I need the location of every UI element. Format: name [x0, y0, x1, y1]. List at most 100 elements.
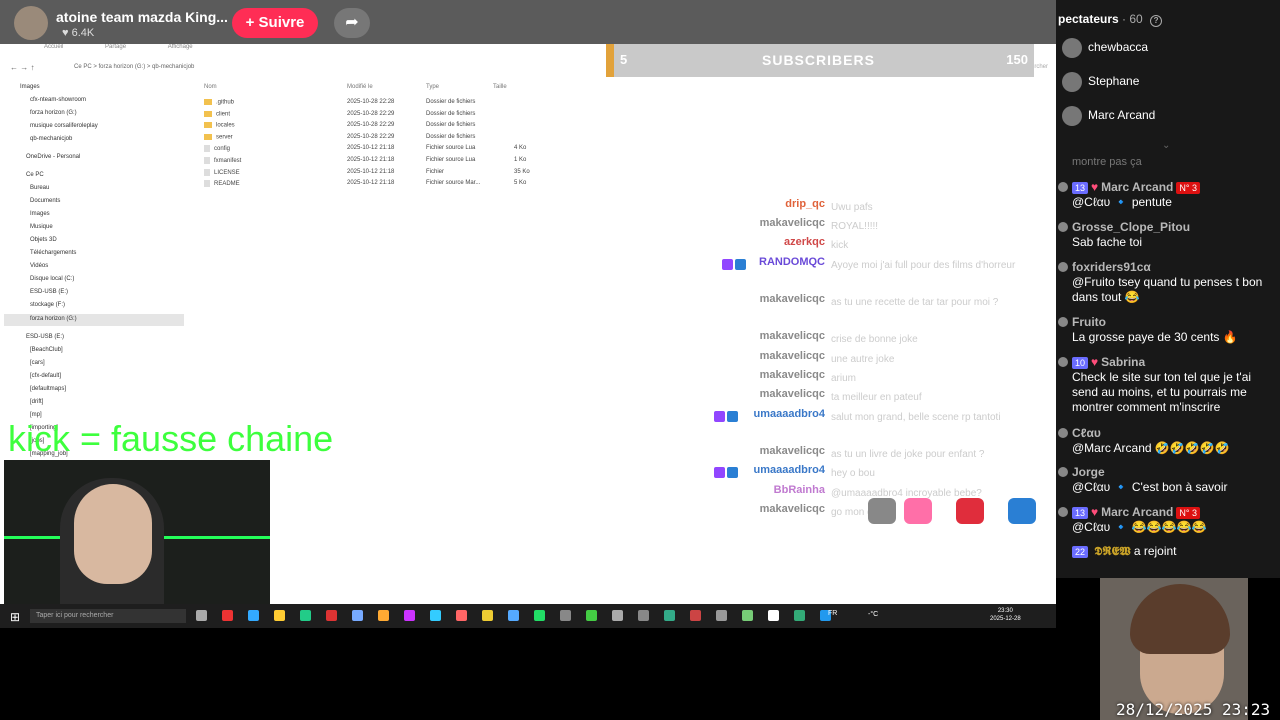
column-header[interactable]: Type [426, 84, 439, 90]
language-indicator[interactable]: FR [828, 610, 837, 617]
chat-username[interactable]: Fruito [1072, 315, 1106, 329]
taskbar-app-icon[interactable] [742, 610, 753, 621]
ribbon-tab[interactable]: Affichage [168, 44, 193, 50]
chat-username[interactable]: Jorge [1072, 465, 1105, 479]
nav-item[interactable]: Téléchargements [30, 250, 76, 256]
avatar[interactable] [1058, 262, 1068, 272]
column-header[interactable]: Taille [493, 84, 507, 90]
file-row[interactable]: README [204, 180, 240, 187]
chat-username[interactable]: Grosse_Clope_Pitou [1072, 220, 1190, 234]
taskbar-app-icon[interactable] [196, 610, 207, 621]
taskbar-search-input[interactable]: Taper ici pour rechercher [30, 609, 186, 623]
taskbar-app-icon[interactable] [482, 610, 493, 621]
ribbon-tab[interactable]: Partage [105, 44, 126, 50]
nav-item[interactable]: Disque local (C:) [30, 276, 74, 282]
taskbar-app-icon[interactable] [768, 610, 779, 621]
taskbar-app-icon[interactable] [534, 610, 545, 621]
avatar[interactable] [1058, 507, 1068, 517]
file-row[interactable]: server [204, 133, 233, 140]
taskbar-app-icon[interactable] [326, 610, 337, 621]
nav-item[interactable]: Vidéos [30, 263, 48, 269]
file-row[interactable]: config [204, 145, 230, 152]
follow-button[interactable]: + Suivre [232, 8, 318, 38]
taskbar-app-icon[interactable] [794, 610, 805, 621]
faded-message: montre pas ça [1072, 156, 1142, 168]
nav-item[interactable]: stockage (F:) [30, 302, 65, 308]
viewer-item[interactable]: Marc Arcand [1062, 106, 1155, 126]
ribbon-tab[interactable]: Accueil [44, 44, 63, 50]
taskbar-app-icon[interactable] [716, 610, 727, 621]
share-arrow-icon[interactable]: ➦ [334, 8, 370, 38]
column-header[interactable]: Modifié le [347, 84, 373, 90]
avatar[interactable] [1058, 317, 1068, 327]
chat-username[interactable]: Marc Arcand [1101, 505, 1173, 519]
viewer-item[interactable]: chewbacca [1062, 38, 1148, 58]
folder-icon [204, 133, 212, 140]
avatar[interactable] [1058, 357, 1068, 367]
nav-item[interactable]: musique corsaliferoleplay [30, 123, 98, 129]
viewer-item[interactable]: Stephane [1062, 72, 1139, 92]
nav-item[interactable]: Bureau [30, 185, 49, 191]
weather-indicator[interactable]: -°C [868, 611, 878, 618]
nav-item[interactable]: Ce PC [26, 172, 44, 178]
taskbar-app-icon[interactable] [248, 610, 259, 621]
file-row[interactable]: .github [204, 99, 234, 106]
nav-item[interactable]: ESD-USB (E:) [30, 289, 68, 295]
taskbar-app-icon[interactable] [586, 610, 597, 621]
channel-avatar[interactable] [14, 6, 48, 40]
file-row[interactable]: fxmanifest [204, 157, 241, 164]
chevron-down-icon[interactable]: ⌄ [1162, 140, 1170, 151]
nav-item[interactable]: [cars] [30, 360, 45, 366]
nav-item[interactable]: Documents [30, 198, 60, 204]
taskbar-app-icon[interactable] [274, 610, 285, 621]
taskbar-time: 23:30 [997, 608, 1013, 614]
nav-item[interactable]: forza horizon (G:) [30, 110, 77, 116]
taskbar-app-icon[interactable] [456, 610, 467, 621]
nav-item[interactable]: Objets 3D [30, 237, 57, 243]
taskbar-app-icon[interactable] [638, 610, 649, 621]
taskbar-app-icon[interactable] [404, 610, 415, 621]
avatar[interactable] [1058, 222, 1068, 232]
channel-title[interactable]: atoine team mazda King... [56, 9, 228, 25]
chat-username[interactable]: Cℓαυ [1072, 426, 1101, 440]
back-arrow-icon[interactable]: ← → ↑ [10, 63, 34, 72]
nav-item[interactable]: Musique [30, 224, 53, 230]
file-row[interactable]: client [204, 110, 230, 117]
taskbar-app-icon[interactable] [222, 610, 233, 621]
taskbar-app-icon[interactable] [690, 610, 701, 621]
nav-item[interactable]: cfx-nteam-showroom [30, 97, 86, 103]
nav-item[interactable]: OneDrive - Personal [26, 154, 80, 160]
nav-item[interactable]: [cfx-default] [30, 373, 61, 379]
nav-item[interactable]: Images [30, 211, 50, 217]
windows-start-icon[interactable]: ⊞ [10, 610, 20, 624]
nav-item[interactable]: [defaultmaps] [30, 386, 66, 392]
avatar[interactable] [1058, 182, 1068, 192]
file-row[interactable]: locales [204, 122, 235, 129]
chat-username[interactable]: Marc Arcand [1101, 180, 1173, 194]
taskbar-app-icon[interactable] [664, 610, 675, 621]
address-path[interactable]: Ce PC > forza horizon (G:) > qb-mechanic… [74, 64, 194, 70]
avatar[interactable] [1058, 428, 1068, 438]
nav-item[interactable]: ESD-USB (E:) [26, 334, 64, 340]
chat-username[interactable]: foxriders91cα [1072, 260, 1151, 274]
nav-item[interactable]: qb-mechanicjob [30, 136, 72, 142]
taskbar-app-icon[interactable] [560, 610, 571, 621]
nav-item[interactable]: [drift] [30, 399, 43, 405]
nav-item[interactable]: [BeachClub] [30, 347, 63, 353]
taskbar-app-icon[interactable] [508, 610, 519, 621]
taskbar-app-icon[interactable] [430, 610, 441, 621]
help-icon[interactable]: ? [1150, 15, 1163, 27]
taskbar-clock[interactable]: 23:30 2025-12-28 [990, 607, 1021, 623]
taskbar-app-icon[interactable] [300, 610, 311, 621]
avatar[interactable] [1058, 467, 1068, 477]
file-row[interactable]: LICENSE [204, 168, 240, 176]
overlay-chat-message: crise de bonne joke [831, 334, 918, 345]
taskbar-app-icon[interactable] [378, 610, 389, 621]
taskbar-app-icon[interactable] [612, 610, 623, 621]
column-header[interactable]: Nom [204, 84, 217, 90]
nav-item[interactable]: Images [20, 84, 40, 90]
join-user[interactable]: 𝕯𝕽𝕰𝖂 [1094, 544, 1130, 558]
chat-username[interactable]: Sabrina [1101, 355, 1145, 369]
nav-item[interactable]: forza horizon (G:) [30, 316, 77, 322]
taskbar-app-icon[interactable] [352, 610, 363, 621]
